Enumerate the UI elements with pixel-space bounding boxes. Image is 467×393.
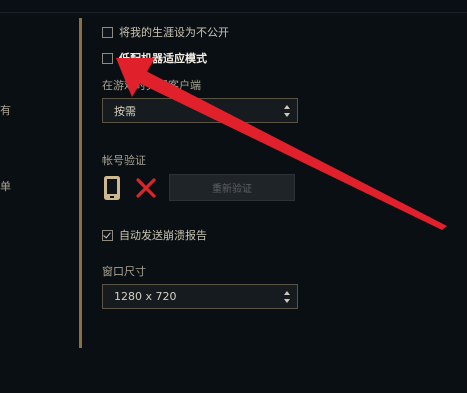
window-size-select[interactable]: 1280 x 720	[102, 284, 298, 309]
close-client-value: 按需	[114, 104, 136, 118]
low-spec-mode-row[interactable]: 低配机器适应模式	[102, 51, 207, 65]
auto-crash-report-label: 自动发送崩溃报告	[119, 229, 207, 242]
auto-crash-report-row[interactable]: 自动发送崩溃报告	[102, 228, 207, 242]
window-size-value: 1280 x 720	[114, 290, 177, 303]
low-spec-mode-checkbox[interactable]	[102, 52, 113, 64]
left-nav-panel: 有 单	[0, 0, 80, 393]
account-verify-label: 帐号验证	[102, 154, 146, 167]
phone-icon	[104, 176, 120, 200]
reverify-button[interactable]: 重新验证	[169, 174, 295, 201]
settings-panel: 将我的生涯设为不公开 低配机器适应模式 在游戏时关闭客户端 按需 帐号验证 重新…	[102, 0, 467, 393]
close-client-select[interactable]: 按需	[102, 98, 298, 123]
chevron-updown-icon	[284, 291, 290, 303]
left-nav-item-partial[interactable]: 单	[0, 178, 11, 194]
section-divider	[79, 18, 82, 348]
hide-career-checkbox[interactable]	[102, 26, 113, 38]
not-verified-x-icon	[136, 178, 156, 198]
hide-career-label: 将我的生涯设为不公开	[119, 26, 229, 39]
hide-career-row[interactable]: 将我的生涯设为不公开	[102, 25, 229, 39]
window-size-label: 窗口尺寸	[102, 265, 146, 278]
left-nav-item-partial[interactable]: 有	[0, 102, 11, 118]
close-client-label: 在游戏时关闭客户端	[102, 79, 201, 92]
low-spec-mode-label: 低配机器适应模式	[119, 52, 207, 65]
chevron-updown-icon	[284, 105, 290, 117]
auto-crash-report-checkbox[interactable]	[102, 229, 113, 241]
